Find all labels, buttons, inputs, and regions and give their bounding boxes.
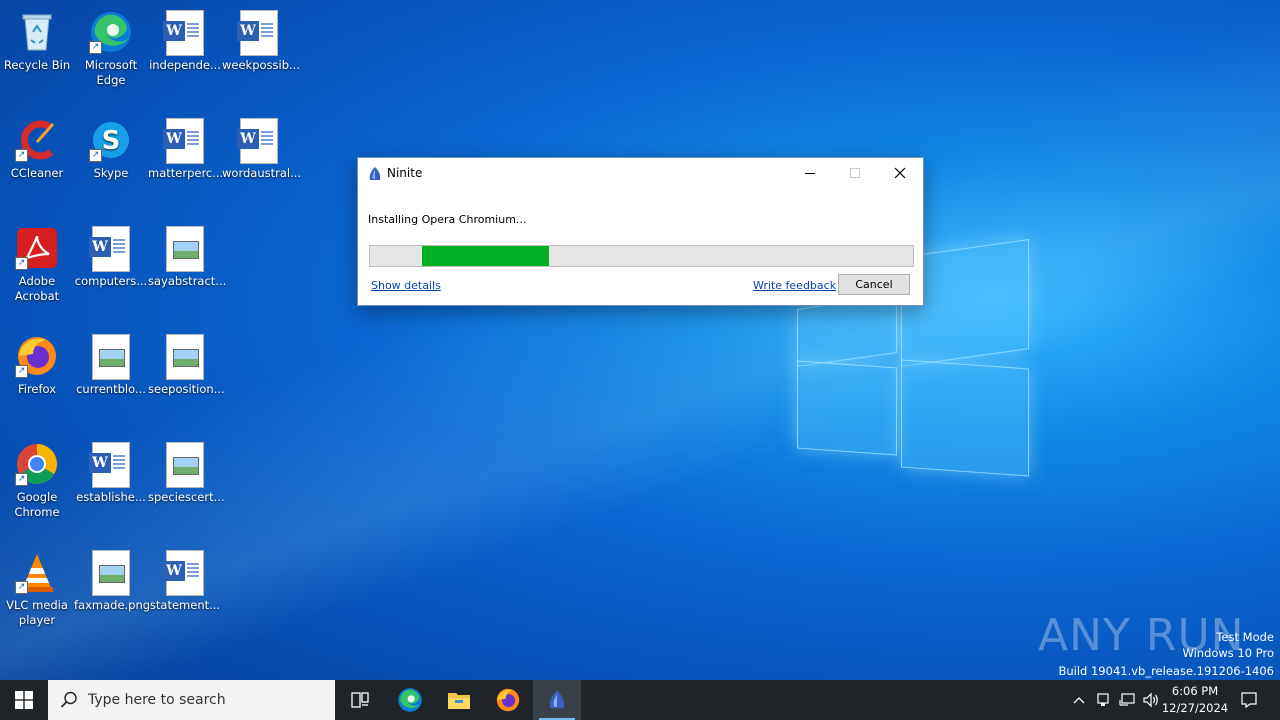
show-hidden-icons-button[interactable] <box>1068 680 1090 720</box>
desktop-icon-seeposition-image[interactable]: seeposition... <box>148 332 225 397</box>
network-icon <box>1119 693 1135 706</box>
shortcut-arrow-icon: ↗ <box>89 41 102 54</box>
shortcut-arrow-icon: ↗ <box>15 257 28 270</box>
cancel-button[interactable]: Cancel <box>838 274 910 295</box>
install-progress-bar <box>369 245 914 267</box>
volume-button[interactable] <box>1140 680 1162 720</box>
desktop-icon-matterperc-doc[interactable]: W matterperc... <box>148 116 223 181</box>
chevron-up-icon <box>1073 697 1085 704</box>
ccleaner-icon: ↗ <box>15 118 59 162</box>
recycle-bin-icon <box>15 10 59 54</box>
maximize-button[interactable] <box>832 158 877 188</box>
network-button[interactable] <box>1116 680 1138 720</box>
shortcut-arrow-icon: ↗ <box>15 149 28 162</box>
desktop-icon-wordaustral-doc[interactable]: W wordaustral... <box>222 116 301 181</box>
shortcut-arrow-icon: ↗ <box>15 581 28 594</box>
write-feedback-link[interactable]: Write feedback <box>753 279 836 292</box>
shortcut-arrow-icon: ↗ <box>89 149 102 162</box>
notification-icon <box>1241 692 1257 709</box>
start-button[interactable] <box>0 680 48 720</box>
maximize-icon <box>849 168 860 178</box>
build-text: Build 19041.vb_release.191206-1406 <box>1058 664 1274 678</box>
edge-icon: ↗ <box>89 10 133 54</box>
word-document-icon: W <box>89 226 130 272</box>
tray-device-icon <box>1097 693 1109 706</box>
image-file-icon <box>166 334 204 380</box>
desktop-icon-adobe-acrobat[interactable]: ↗ Adobe Acrobat <box>0 224 74 304</box>
desktop-icon-skype[interactable]: S ↗ Skype <box>74 116 148 181</box>
desktop-icon-recycle-bin[interactable]: Recycle Bin <box>0 8 74 73</box>
vlc-cone-icon: ↗ <box>15 550 59 594</box>
ninite-app-icon <box>549 690 565 709</box>
taskbar-file-explorer[interactable] <box>435 680 483 720</box>
task-view-button[interactable] <box>336 680 384 720</box>
speaker-icon <box>1143 692 1158 708</box>
acrobat-icon: ↗ <box>15 226 59 270</box>
image-file-icon <box>92 334 130 380</box>
desktop-icon-speciescert-image[interactable]: speciescert... <box>148 440 225 505</box>
test-mode-text: Test Mode <box>1216 630 1274 644</box>
word-document-icon: W <box>237 118 278 164</box>
desktop-icon-ccleaner[interactable]: ↗ CCleaner <box>0 116 74 181</box>
minimize-button[interactable] <box>787 158 832 188</box>
search-placeholder: Type here to search <box>88 692 226 708</box>
minimize-icon <box>804 173 815 174</box>
desktop-icon-establishe-doc[interactable]: W establishe... <box>74 440 148 505</box>
skype-icon: S ↗ <box>89 118 133 162</box>
desktop-icon-vlc-media-player[interactable]: ↗ VLC media player <box>0 548 74 628</box>
shortcut-arrow-icon: ↗ <box>15 365 28 378</box>
desktop-icon-google-chrome[interactable]: ↗ Google Chrome <box>0 440 74 520</box>
action-center-button[interactable] <box>1234 680 1264 720</box>
firefox-icon <box>496 688 520 712</box>
desktop-icon-microsoft-edge[interactable]: ↗ Microsoft Edge <box>74 8 148 88</box>
desktop-icon-computers-doc[interactable]: W computers... <box>74 224 148 289</box>
progress-fill <box>422 246 550 266</box>
ninite-app-icon <box>367 166 381 180</box>
taskbar: Type here to search 6:06 PM 12/27/2024 <box>0 680 1280 720</box>
install-status-text: Installing Opera Chromium... <box>368 213 527 226</box>
taskbar-ninite[interactable] <box>533 680 581 720</box>
taskbar-edge[interactable] <box>386 680 434 720</box>
windows-logo-icon <box>15 691 33 709</box>
firefox-icon: ↗ <box>15 334 59 378</box>
close-button[interactable] <box>877 158 922 188</box>
dialog-titlebar[interactable]: Ninite <box>358 158 923 188</box>
image-file-icon <box>92 550 130 596</box>
task-view-icon <box>351 692 369 708</box>
close-icon <box>894 167 905 179</box>
taskbar-firefox[interactable] <box>484 680 532 720</box>
word-document-icon: W <box>163 550 204 596</box>
show-details-link[interactable]: Show details <box>371 279 441 292</box>
folder-icon <box>448 693 470 709</box>
desktop-icon-independe-doc[interactable]: W independe... <box>148 8 222 73</box>
edge-icon <box>398 688 422 712</box>
taskbar-search-box[interactable]: Type here to search <box>48 680 335 720</box>
word-document-icon: W <box>89 442 130 488</box>
desktop-icon-weekpossib-doc[interactable]: W weekpossib... <box>222 8 300 73</box>
image-file-icon <box>166 442 204 488</box>
dialog-title: Ninite <box>387 166 423 180</box>
desktop-icon-sayabstract-image[interactable]: sayabstract... <box>148 224 226 289</box>
taskbar-clock[interactable]: 6:06 PM 12/27/2024 <box>1160 683 1230 717</box>
tray-app-button[interactable] <box>1093 680 1113 720</box>
chrome-icon: ↗ <box>15 442 59 486</box>
search-icon <box>60 691 77 708</box>
desktop-icon-faxmade-image[interactable]: faxmade.png <box>74 548 150 613</box>
windows-edition-text: Windows 10 Pro <box>1182 646 1274 660</box>
svg-text:S: S <box>102 126 121 156</box>
word-document-icon: W <box>163 10 204 56</box>
clock-date: 12/27/2024 <box>1161 701 1229 715</box>
word-document-icon: W <box>163 118 204 164</box>
image-file-icon <box>166 226 204 272</box>
word-document-icon: W <box>237 10 278 56</box>
shortcut-arrow-icon: ↗ <box>15 473 28 486</box>
clock-time: 6:06 PM <box>1171 684 1219 698</box>
desktop-icon-currentblo-image[interactable]: currentblo... <box>74 332 148 397</box>
desktop-icon-firefox[interactable]: ↗ Firefox <box>0 332 74 397</box>
ninite-dialog: Ninite Installing Opera Chromium... Show… <box>357 157 924 306</box>
desktop-icon-statement-doc[interactable]: W statement... <box>148 548 222 613</box>
